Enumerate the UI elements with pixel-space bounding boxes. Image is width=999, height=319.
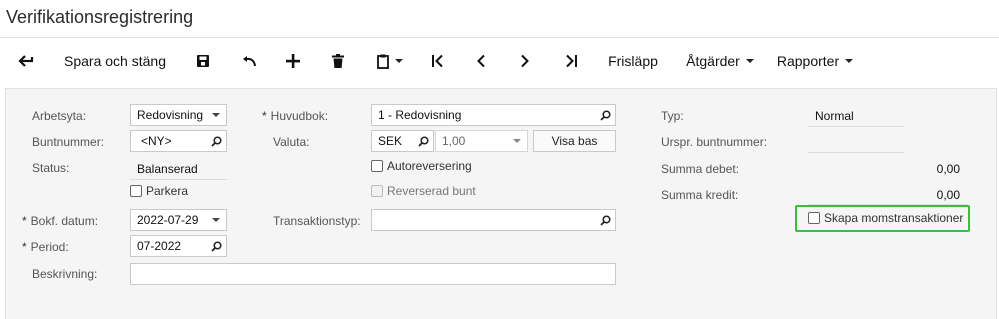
title-bar: Verifikationsregistrering [0,0,999,38]
undo-button[interactable] [236,40,262,82]
hold-label: Parkera [146,184,189,198]
workspace-label: Arbetsyta: [32,109,87,123]
debit-total-label: Summa debet: [661,162,740,176]
undo-icon [241,55,257,67]
actions-menu-button[interactable]: Åtgärder [682,40,758,82]
search-icon[interactable] [413,131,433,151]
auto-reversing-label: Autoreversering [387,159,472,173]
transaction-date-field[interactable]: 2022-07-29 [130,209,227,231]
period-label: * Period: [22,240,69,254]
required-mark: * [22,240,27,254]
back-button[interactable] [12,40,40,82]
period-field[interactable]: 07-2022 [130,235,227,257]
hold-checkbox-box[interactable] [130,185,142,197]
workspace-value: Redovisning [137,108,204,122]
chevron-down-icon [745,59,754,63]
delete-button[interactable] [325,40,351,82]
ledger-field[interactable]: 1 - Redovisning [371,104,616,126]
currency-label: Valuta: [273,135,310,149]
next-record-icon [520,54,530,68]
chevron-down-icon [507,131,527,151]
page-title: Verifikationsregistrering [6,7,194,27]
create-tax-transactions-checkbox[interactable]: Skapa momstransaktioner [808,211,963,225]
orig-batch-number-underline [808,152,904,153]
search-icon[interactable] [206,236,226,256]
credit-total-value: 0,00 [936,188,960,202]
currency-rate-value: 1,00 [442,134,466,148]
first-record-icon [431,54,445,68]
add-button[interactable] [280,40,306,82]
copy-paste-icon [377,54,389,69]
ledger-value: 1 - Redovisning [378,108,462,122]
transaction-type-field[interactable] [371,209,616,231]
view-base-label: Visa bas [551,134,598,148]
save-and-close-label: Spara och stäng [64,53,166,69]
batch-number-value: <NY> [141,134,172,148]
hold-checkbox[interactable]: Parkera [130,184,188,198]
copy-paste-menu-button[interactable] [370,40,410,82]
description-label: Beskrivning: [32,267,98,281]
create-tax-transactions-label: Skapa momstransaktioner [824,211,964,225]
reports-label: Rapporter [776,53,840,69]
view-base-button[interactable]: Visa bas [533,130,616,152]
first-record-button[interactable] [425,40,451,82]
credit-total-label: Summa kredit: [661,188,739,202]
delete-icon [332,54,344,68]
chevron-down-icon[interactable] [206,210,226,230]
transaction-type-label: Transaktionstyp: [273,214,361,228]
currency-rate-select[interactable]: 1,00 [435,130,528,152]
reversing-batch-checkbox-box [371,185,383,197]
previous-record-button[interactable] [468,40,494,82]
auto-reversing-checkbox[interactable]: Autoreversering [371,159,472,173]
workspace-select[interactable]: Redovisning [130,104,227,126]
type-label: Typ: [661,109,684,123]
reversing-batch-label: Reverserad bunt [387,184,476,198]
last-record-button[interactable] [558,40,584,82]
required-mark: * [262,109,267,123]
batch-number-label: Buntnummer: [32,135,105,149]
reversing-batch-checkbox: Reverserad bunt [371,184,476,198]
currency-code-value: SEK [378,134,403,148]
batch-number-field[interactable]: <NY> [130,130,227,152]
chevron-down-icon [206,105,226,125]
status-value: Balanserad [137,162,198,176]
search-icon[interactable] [595,105,615,125]
back-arrow-icon [18,54,34,68]
next-record-button[interactable] [512,40,538,82]
toolbar: Spara och stäng Frisläpp Åtgärder Rappor… [0,40,999,82]
orig-batch-number-label: Urspr. buntnummer: [661,135,768,149]
save-icon [196,54,210,68]
release-button[interactable]: Frisläpp [602,40,664,82]
type-underline [808,126,904,127]
currency-code-field[interactable]: SEK [371,130,434,152]
debit-total-value: 0,00 [936,162,960,176]
save-and-close-button[interactable]: Spara och stäng [58,40,172,82]
transaction-date-label: * Bokf. datum: [22,214,99,228]
ledger-label: * Huvudbok: [262,109,329,123]
chevron-down-icon [845,59,854,63]
description-field[interactable] [130,263,616,285]
search-icon[interactable] [595,210,615,230]
type-value: Normal [815,109,854,123]
required-mark: * [22,214,27,228]
reports-menu-button[interactable]: Rapporter [773,40,857,82]
chevron-down-icon [395,59,403,63]
last-record-icon [564,54,578,68]
previous-record-icon [476,54,486,68]
transaction-date-value: 2022-07-29 [137,213,199,227]
status-label: Status: [32,161,70,175]
actions-label: Åtgärder [686,53,740,69]
search-icon[interactable] [206,131,226,151]
status-underline [130,179,227,180]
add-icon [286,54,300,68]
period-value: 07-2022 [137,239,182,253]
auto-reversing-checkbox-box[interactable] [371,160,383,172]
create-tax-transactions-checkbox-box[interactable] [808,212,820,224]
save-button[interactable] [190,40,216,82]
release-label: Frisläpp [608,53,658,69]
